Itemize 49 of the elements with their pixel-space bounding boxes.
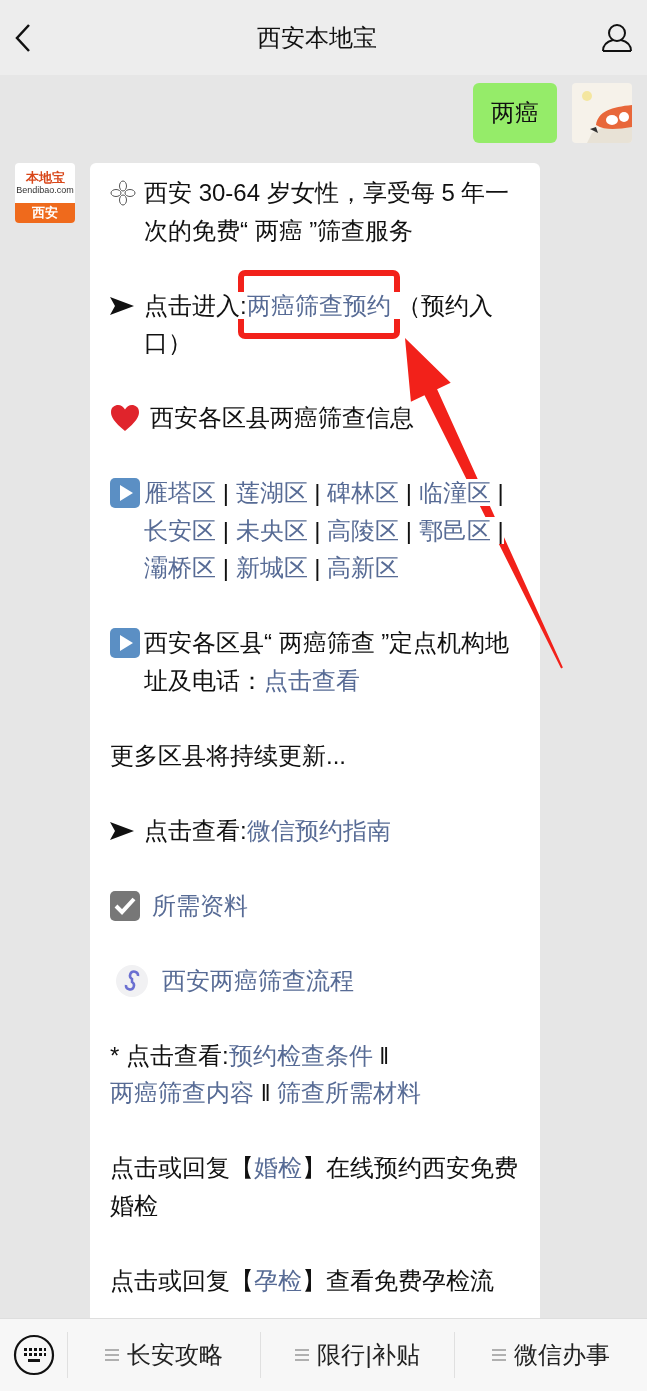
logo-domain: Bendibao.com xyxy=(16,186,74,195)
link[interactable]: 两癌筛查内容 xyxy=(110,1079,254,1106)
link[interactable]: 点击查看 xyxy=(264,666,360,694)
city-label: 西安 xyxy=(15,203,75,223)
link[interactable]: 莲湖区 xyxy=(235,479,308,506)
link[interactable]: 高新区 xyxy=(327,554,400,581)
keyboard-icon[interactable] xyxy=(12,1334,55,1376)
paragraph: * 点击查看:预约检查条件 ‖ 两癌筛查内容 ‖ 筛查所需材料 xyxy=(110,1040,423,1108)
link[interactable]: 两癌筛查预约 xyxy=(246,291,391,319)
link[interactable]: 雁塔区 xyxy=(144,479,216,506)
play-icon xyxy=(110,478,140,508)
link[interactable]: 灞桥区 xyxy=(144,554,216,581)
link[interactable]: 长安区 xyxy=(144,516,216,544)
link[interactable]: 西安两癌筛查流程 xyxy=(162,966,354,994)
logo-text: 本地宝 xyxy=(25,171,65,184)
paragraph: 点击或回复【孕检】查看免费孕检流 xyxy=(110,1265,495,1296)
link[interactable]: 微信预约指南 xyxy=(246,816,391,844)
heart-icon xyxy=(110,404,140,432)
link[interactable]: 所需资料 xyxy=(152,891,248,919)
link[interactable]: 筛查所需材料 xyxy=(277,1079,422,1106)
link[interactable]: 鄠邑区 xyxy=(418,516,491,544)
play-icon xyxy=(110,628,140,658)
message-bubble: 两癌 xyxy=(473,83,557,143)
link[interactable]: 预约检查条件 xyxy=(228,1041,373,1069)
arrow-icon xyxy=(110,821,134,840)
arrow-icon xyxy=(110,296,134,315)
checkbox-icon xyxy=(110,890,140,921)
menu-icon xyxy=(491,1348,506,1362)
link[interactable]: 临潼区 xyxy=(418,479,491,506)
link[interactable]: 碑林区 xyxy=(327,479,400,506)
paragraph: 雁塔区 | 莲湖区 | 碑林区 | 临潼区 | 长安区 | 未央区 | 高陵区 | 鄠邑区 | 灞桥区 | 新城区 | 高新区 xyxy=(144,478,505,583)
menu-button[interactable]: 长安攻略 xyxy=(105,1337,224,1373)
menu-icon xyxy=(105,1348,120,1362)
link[interactable]: 新城区 xyxy=(235,554,308,581)
link[interactable]: 孕检 xyxy=(254,1266,302,1294)
link[interactable]: 婚检 xyxy=(254,1154,302,1181)
flower-icon xyxy=(110,180,136,206)
paragraph: 点击查看:微信预约指南 xyxy=(144,815,392,846)
link-icon xyxy=(116,964,148,997)
person-icon[interactable] xyxy=(601,22,633,53)
window-title: 西安本地宝 xyxy=(256,22,377,53)
menu-button[interactable]: 微信办事 xyxy=(491,1337,610,1373)
link[interactable]: 未央区 xyxy=(235,516,308,544)
link[interactable]: 高陵区 xyxy=(327,516,400,544)
menu-button[interactable]: 限行|补贴 xyxy=(295,1337,420,1373)
paragraph: 西安 30-64 岁女性，享受每 5 年一次的免费“ 两癌 ”筛查服务 xyxy=(144,178,511,246)
back-icon[interactable] xyxy=(14,22,32,53)
menu-icon xyxy=(295,1348,310,1362)
paragraph: 点击或回复【婚检】在线预约西安免费婚检 xyxy=(110,1153,519,1221)
